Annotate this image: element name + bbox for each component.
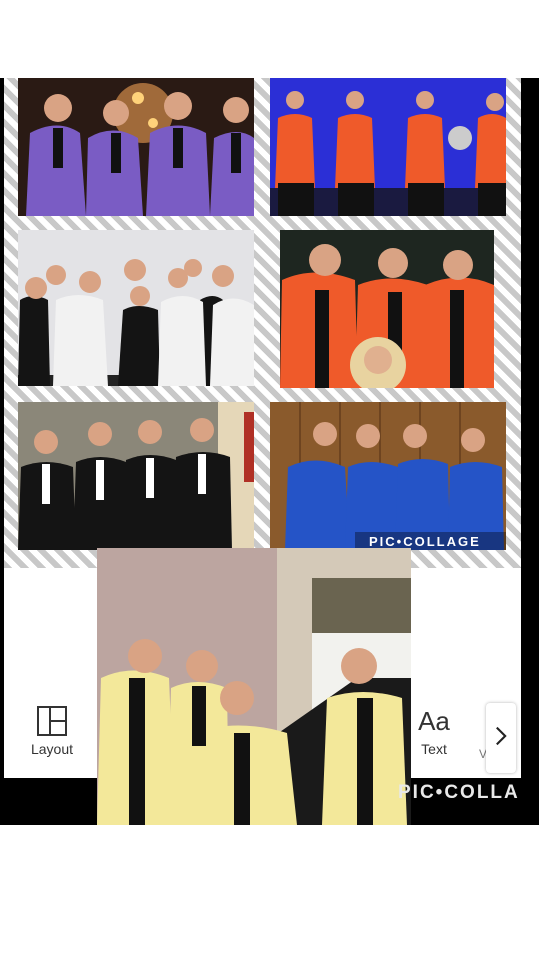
scroll-right-button[interactable] [486,703,516,773]
layout-icon [36,705,68,737]
text-label: Text [421,741,447,757]
pic-collage-overlay-watermark: PIC•COLLA [398,782,520,803]
chevron-right-icon [494,724,508,753]
photo-purple-jackets[interactable] [18,78,254,216]
pic-collage-watermark: PIC•COLLAGE [369,534,481,549]
text-tool[interactable]: Aa Text [408,705,460,773]
photo-orange-jackets-trio[interactable] [280,230,494,388]
layout-label: Layout [30,741,74,757]
photo-white-jackets-group[interactable] [18,230,254,386]
photo-yellow-jackets[interactable] [97,548,411,825]
photo-orange-jackets-stage[interactable] [270,78,506,216]
top-margin [0,0,539,78]
layout-tool[interactable]: Layout [20,705,84,773]
text-icon: Aa [418,706,450,736]
photo-black-tuxedos[interactable] [18,402,254,550]
photo-blue-jackets[interactable]: PIC•COLLAGE [270,402,506,550]
bottom-margin [0,825,539,960]
